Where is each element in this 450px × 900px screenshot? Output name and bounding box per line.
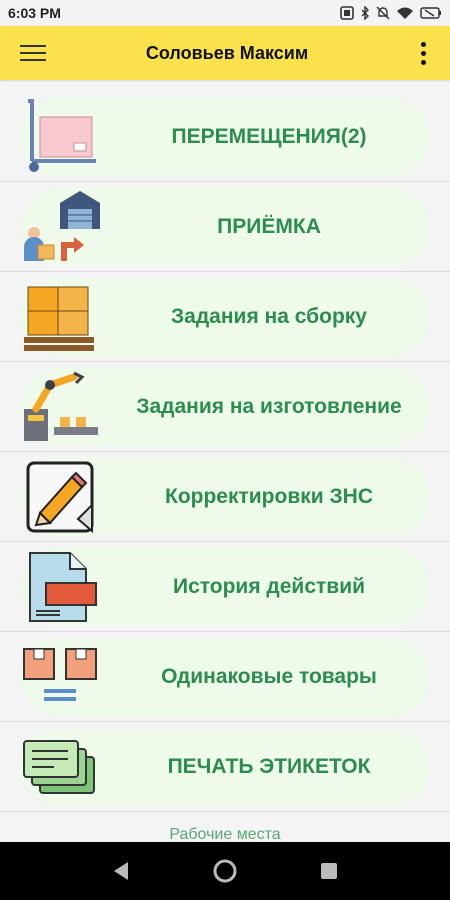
- menu-item-label: ПЕРЕМЕЩЕНИЯ(2): [171, 125, 367, 148]
- recents-icon[interactable]: [318, 860, 340, 882]
- menu-item-label: Задания на сборку: [171, 305, 367, 328]
- identical-boxes-icon: [23, 648, 97, 701]
- robot-arm-icon: [24, 371, 98, 441]
- menu-item-receiving[interactable]: ПРИЁМКА: [0, 182, 450, 272]
- more-options-icon[interactable]: [408, 36, 438, 70]
- warehouse-receive-icon: [24, 191, 100, 261]
- home-icon[interactable]: [212, 858, 238, 884]
- main-menu-list: ПЕРЕМЕЩЕНИЯ(2) ПРИЁМКА Задания на сборку…: [0, 92, 450, 812]
- hamburger-menu-icon[interactable]: [12, 36, 46, 70]
- hand-truck-icon: [28, 99, 96, 172]
- menu-item-label: Корректировки ЗНС: [165, 485, 373, 508]
- menu-item-label: История действий: [172, 575, 366, 598]
- muted-bell-icon: [376, 6, 390, 20]
- boxes-pallet-icon: [24, 286, 94, 351]
- menu-item-print-labels[interactable]: ПЕЧАТЬ ЭТИКЕТОК: [0, 722, 450, 812]
- status-icons: [340, 6, 442, 20]
- menu-item-identical-goods[interactable]: Одинаковые товары: [0, 632, 450, 722]
- status-bar: 6:03 PM: [0, 0, 450, 26]
- menu-item-production-tasks[interactable]: Задания на изготовление: [0, 362, 450, 452]
- menu-item-transfers[interactable]: ПЕРЕМЕЩЕНИЯ(2): [0, 92, 450, 182]
- pencil-paper-icon: [26, 461, 94, 534]
- labels-stack-icon: [23, 740, 95, 794]
- status-time: 6:03 PM: [8, 5, 61, 21]
- menu-item-label: Задания на изготовление: [136, 395, 402, 418]
- page-title: Соловьев Максим: [145, 42, 309, 63]
- battery-icon: [420, 7, 441, 19]
- menu-item-assembly-tasks[interactable]: Задания на сборку: [0, 272, 450, 362]
- system-nav-bar: [0, 842, 450, 900]
- sim-icon: [340, 6, 354, 20]
- wifi-icon: [397, 7, 413, 19]
- log-file-icon: [29, 552, 97, 622]
- menu-item-label: ПЕЧАТЬ ЭТИКЕТОК: [167, 755, 371, 778]
- menu-item-label: ПРИЁМКА: [217, 215, 321, 238]
- menu-item-zns-corrections[interactable]: Корректировки ЗНС: [0, 452, 450, 542]
- back-icon[interactable]: [110, 860, 132, 882]
- menu-item-action-history[interactable]: История действий: [0, 542, 450, 632]
- bluetooth-icon: [361, 6, 369, 20]
- app-bar: Соловьев Максим: [0, 26, 450, 80]
- menu-item-label: Одинаковые товары: [161, 665, 377, 688]
